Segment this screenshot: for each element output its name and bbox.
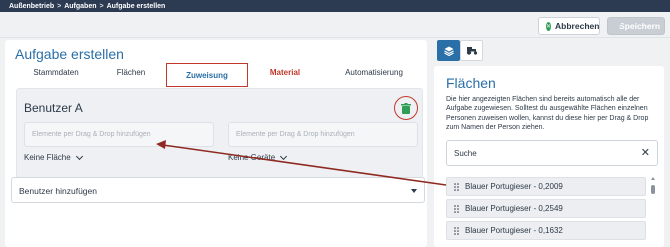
tractor-view-button[interactable] xyxy=(460,40,483,61)
panel-title: Flächen xyxy=(446,75,496,91)
area-selector-label: Keine Fläche xyxy=(24,153,71,162)
list-item-label: Blauer Portugieser - 0,2009 xyxy=(465,182,563,191)
tab-zuweisung[interactable]: Zuweisung xyxy=(166,63,248,87)
add-user-select[interactable]: Benutzer hinzufügen xyxy=(11,177,425,203)
page-title: Aufgabe erstellen xyxy=(15,46,124,62)
breadcrumb-item[interactable]: Aufgaben xyxy=(64,3,96,10)
scrollbar-thumb[interactable] xyxy=(651,185,655,194)
delete-user-button[interactable] xyxy=(394,96,418,120)
action-bar: ✕ Abbrechen Speichern xyxy=(0,12,670,38)
tractor-icon xyxy=(466,47,477,55)
breadcrumb-separator: > xyxy=(57,2,62,10)
area-drop-zone[interactable]: Elemente per Drag & Drop hinzufügen xyxy=(24,122,214,147)
cancel-button[interactable]: ✕ Abbrechen xyxy=(538,17,600,35)
tab-automatisierung[interactable]: Automatisierung xyxy=(333,68,415,77)
user-name: Benutzer A xyxy=(24,101,83,115)
task-form-card: Aufgabe erstellen Stammdaten Flächen Zuw… xyxy=(5,40,427,247)
layers-view-button[interactable] xyxy=(437,40,460,61)
user-assignment-card: Benutzer A Elemente per Drag & Drop hinz… xyxy=(16,88,423,182)
list-item[interactable]: Blauer Portugieser - 0,2549 xyxy=(446,199,646,218)
drag-handle-icon[interactable] xyxy=(447,222,465,239)
list-item[interactable]: Blauer Portugieser - 0,2009 xyxy=(446,177,646,196)
drag-handle-icon[interactable] xyxy=(447,200,465,217)
close-circle-icon: ✕ xyxy=(546,21,552,31)
cancel-button-label: Abbrechen xyxy=(555,21,600,31)
layers-icon xyxy=(443,46,454,56)
tab-bar: Stammdaten Flächen Zuweisung Material Au… xyxy=(5,63,427,87)
search-placeholder: Suche xyxy=(454,149,477,158)
scroll-up-icon[interactable] xyxy=(651,177,655,180)
breadcrumb-separator: > xyxy=(99,2,104,10)
area-selector[interactable]: Keine Fläche xyxy=(24,152,83,162)
breadcrumb-item[interactable]: Außenbetrieb xyxy=(9,3,54,10)
list-item-label: Blauer Portugieser - 0,1632 xyxy=(465,226,563,235)
chevron-down-icon xyxy=(75,152,83,160)
tab-stammdaten[interactable]: Stammdaten xyxy=(25,68,87,77)
search-input[interactable]: Suche ✕ xyxy=(446,140,658,166)
device-selector-label: Keine Geräte xyxy=(228,153,276,162)
drag-handle-icon[interactable] xyxy=(447,178,465,195)
save-button-label: Speichern xyxy=(619,21,661,31)
device-selector[interactable]: Keine Geräte xyxy=(228,152,288,162)
add-user-placeholder: Benutzer hinzufügen xyxy=(19,186,97,196)
caret-down-icon xyxy=(411,189,417,193)
chevron-down-icon xyxy=(280,152,288,160)
trash-icon xyxy=(401,102,411,114)
device-drop-zone[interactable]: Elemente per Drag & Drop hinzufügen xyxy=(228,122,418,147)
list-item[interactable]: Blauer Portugieser - 0,1632 xyxy=(446,221,646,240)
panel-description: Die hier angezeigten Flächen sind bereit… xyxy=(446,96,649,132)
clear-search-icon[interactable]: ✕ xyxy=(641,146,650,159)
tab-flaechen[interactable]: Flächen xyxy=(105,68,157,77)
tab-material[interactable]: Material xyxy=(260,68,310,77)
save-button[interactable]: Speichern xyxy=(607,17,665,35)
breadcrumb: Außenbetrieb > Aufgaben > Aufgabe erstel… xyxy=(0,0,670,12)
list-item-label: Blauer Portugieser - 0,2549 xyxy=(465,204,563,213)
areas-panel: Flächen Die hier angezeigten Flächen sin… xyxy=(434,66,664,247)
side-panel: Flächen Die hier angezeigten Flächen sin… xyxy=(434,40,664,247)
breadcrumb-item-current: Aufgabe erstellen xyxy=(106,2,166,10)
list-scrollbar[interactable] xyxy=(651,177,656,194)
